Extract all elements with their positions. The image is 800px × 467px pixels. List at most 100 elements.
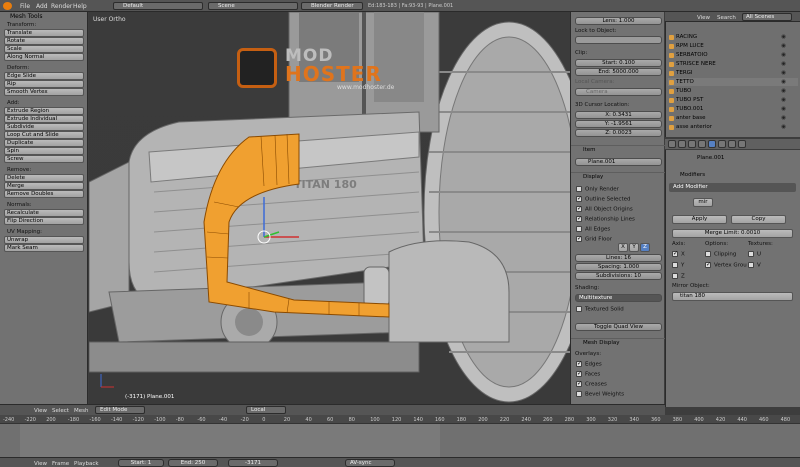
outliner-item[interactable]: STRISCE NERE ◉ bbox=[668, 60, 798, 68]
world-tab-icon[interactable] bbox=[678, 140, 686, 148]
clip-end-field[interactable]: End: 5000.000 bbox=[575, 68, 662, 76]
outliner-item[interactable]: TERGI ◉ bbox=[668, 69, 798, 77]
outliner-scene-filter[interactable]: All Scenes bbox=[742, 13, 792, 21]
modifier-name-field[interactable]: mir bbox=[693, 198, 713, 207]
clip-start-field[interactable]: Start: 0.100 bbox=[575, 59, 662, 67]
tool-button-rip[interactable]: Rip bbox=[4, 80, 84, 88]
3d-viewport[interactable]: TITAN 180 MOD HOSTER www.modhoster.de bbox=[89, 12, 570, 404]
display-panel-header[interactable]: Display bbox=[571, 172, 665, 181]
overlay-checkbox-edges[interactable]: Edges bbox=[576, 360, 602, 368]
start-frame-field[interactable]: Start: 1 bbox=[118, 459, 164, 467]
visibility-icon[interactable]: ◉ bbox=[781, 87, 786, 95]
timeline-playback-menu[interactable]: Playback bbox=[74, 461, 99, 467]
outliner-search-menu[interactable]: Search bbox=[717, 15, 736, 21]
outliner-item[interactable]: RPM LUCE ◉ bbox=[668, 42, 798, 50]
menu-file[interactable]: File bbox=[20, 3, 30, 10]
item-panel-header[interactable]: Item bbox=[571, 145, 665, 154]
camera-tab-icon[interactable] bbox=[668, 140, 676, 148]
tool-button-subdivide[interactable]: Subdivide bbox=[4, 123, 84, 131]
data-tab-icon[interactable] bbox=[718, 140, 726, 148]
tool-button-extrude-individual[interactable]: Extrude Individual bbox=[4, 115, 84, 123]
menu-render[interactable]: Render bbox=[51, 3, 72, 10]
outliner-item[interactable]: SERBATOIO ◉ bbox=[668, 51, 798, 59]
mirror-axis-z-checkbox[interactable]: Z bbox=[672, 273, 685, 280]
current-frame-field[interactable]: -3171 bbox=[228, 459, 278, 467]
texture-tab-icon[interactable] bbox=[738, 140, 746, 148]
copy-button[interactable]: Copy bbox=[731, 215, 786, 224]
mirror-axis-y-checkbox[interactable]: Y bbox=[672, 262, 684, 269]
mirror-axis-x-checkbox[interactable]: X bbox=[672, 250, 685, 258]
axis-y-toggle[interactable]: Y bbox=[629, 243, 639, 252]
outliner-item[interactable]: TETTO ◉ bbox=[668, 78, 798, 86]
layout-select[interactable]: Default bbox=[113, 2, 203, 10]
vertex-groups-checkbox[interactable]: Vertex Grou bbox=[705, 261, 747, 269]
display-checkbox-grid-floor[interactable]: Grid Floor bbox=[576, 235, 612, 243]
cursor-z-field[interactable]: Z: 0.0023 bbox=[575, 129, 662, 137]
menu-mesh[interactable]: Mesh bbox=[74, 408, 88, 414]
mode-select[interactable]: Edit Mode bbox=[95, 406, 145, 414]
tool-button-remove-doubles[interactable]: Remove Doubles bbox=[4, 190, 84, 198]
visibility-icon[interactable]: ◉ bbox=[781, 105, 786, 113]
outliner-item[interactable]: TUBO ◉ bbox=[668, 87, 798, 95]
tool-button-spin[interactable]: Spin bbox=[4, 147, 84, 155]
tool-button-extrude-region[interactable]: Extrude Region bbox=[4, 107, 84, 115]
display-checkbox-all-edges[interactable]: All Edges bbox=[576, 226, 610, 233]
clipping-checkbox[interactable]: Clipping bbox=[705, 251, 736, 258]
cursor-y-field[interactable]: Y: -1.9561 bbox=[575, 120, 662, 128]
add-modifier-select[interactable]: Add Modifier bbox=[669, 183, 796, 192]
item-name-field[interactable]: Plane.001 bbox=[575, 158, 662, 166]
visibility-icon[interactable]: ◉ bbox=[781, 114, 786, 122]
tool-button-scale[interactable]: Scale bbox=[4, 45, 84, 53]
tool-button-translate[interactable]: Translate bbox=[4, 29, 84, 37]
outliner-item[interactable]: anter base ◉ bbox=[668, 114, 798, 122]
texture-u-checkbox[interactable]: U bbox=[748, 251, 761, 258]
tool-button-delete[interactable]: Delete bbox=[4, 174, 84, 182]
toggle-quad-view-button[interactable]: Toggle Quad View bbox=[575, 323, 662, 331]
visibility-icon[interactable]: ◉ bbox=[781, 69, 786, 77]
end-frame-field[interactable]: End: 250 bbox=[168, 459, 218, 467]
pivot-select[interactable]: Local bbox=[246, 406, 286, 414]
tool-button-mark-seam[interactable]: Mark Seam bbox=[4, 244, 84, 252]
tool-button-rotate[interactable]: Rotate bbox=[4, 37, 84, 45]
tool-button-smooth-vertex[interactable]: Smooth Vertex bbox=[4, 88, 84, 96]
grid-lines-field[interactable]: Lines: 16 bbox=[575, 254, 662, 262]
texture-v-checkbox[interactable]: V bbox=[748, 262, 761, 269]
blender-logo-icon[interactable] bbox=[3, 2, 12, 10]
overlay-checkbox-creases[interactable]: Creases bbox=[576, 380, 607, 388]
scene-select[interactable]: Scene bbox=[208, 2, 298, 10]
lens-field[interactable]: Lens: 1.000 bbox=[575, 17, 662, 25]
outliner-view-menu[interactable]: View bbox=[697, 15, 710, 21]
visibility-icon[interactable]: ◉ bbox=[781, 33, 786, 41]
visibility-icon[interactable]: ◉ bbox=[781, 51, 786, 59]
menu-select[interactable]: Select bbox=[52, 408, 69, 414]
menu-view[interactable]: View bbox=[34, 408, 47, 414]
sync-select[interactable]: AV-sync bbox=[345, 459, 395, 467]
display-checkbox-only-render[interactable]: Only Render bbox=[576, 186, 619, 193]
outliner-item[interactable]: asse anterior ◉ bbox=[668, 123, 798, 131]
mesh-tools-header[interactable]: Mesh Tools bbox=[0, 12, 87, 21]
menu-help[interactable]: Help bbox=[73, 3, 87, 10]
camera-field[interactable]: Camera bbox=[575, 88, 662, 96]
display-checkbox-relationship-lines[interactable]: Relationship Lines bbox=[576, 215, 635, 223]
grid-subdivisions-field[interactable]: Subdivisions: 10 bbox=[575, 272, 662, 280]
tool-button-along-normal[interactable]: Along Normal bbox=[4, 53, 84, 61]
outliner-item[interactable]: TUBO.001 ◉ bbox=[668, 105, 798, 113]
mesh-display-header[interactable]: Mesh Display bbox=[571, 338, 665, 347]
display-checkbox-outline-selected[interactable]: Outline Selected bbox=[576, 195, 631, 203]
grid-spacing-field[interactable]: Spacing: 1.000 bbox=[575, 263, 662, 271]
visibility-icon[interactable]: ◉ bbox=[781, 123, 786, 131]
tool-button-duplicate[interactable]: Duplicate bbox=[4, 139, 84, 147]
visibility-icon[interactable]: ◉ bbox=[781, 96, 786, 104]
merge-limit-field[interactable]: Merge Limit: 0.0010 bbox=[672, 229, 793, 238]
timeline-frame-menu[interactable]: Frame bbox=[52, 461, 69, 467]
axis-z-toggle[interactable]: Z bbox=[640, 243, 650, 252]
menu-add[interactable]: Add bbox=[36, 3, 48, 10]
overlay-checkbox-bevel-weights[interactable]: Bevel Weights bbox=[576, 391, 624, 398]
modifiers-tab-icon[interactable] bbox=[708, 140, 716, 148]
tool-button-flip-direction[interactable]: Flip Direction bbox=[4, 217, 84, 225]
lock-object-field[interactable] bbox=[575, 36, 662, 44]
apply-button[interactable]: Apply bbox=[672, 215, 727, 224]
render-engine-select[interactable]: Blender Render bbox=[301, 2, 363, 10]
tool-button-unwrap[interactable]: Unwrap bbox=[4, 236, 84, 244]
material-tab-icon[interactable] bbox=[728, 140, 736, 148]
